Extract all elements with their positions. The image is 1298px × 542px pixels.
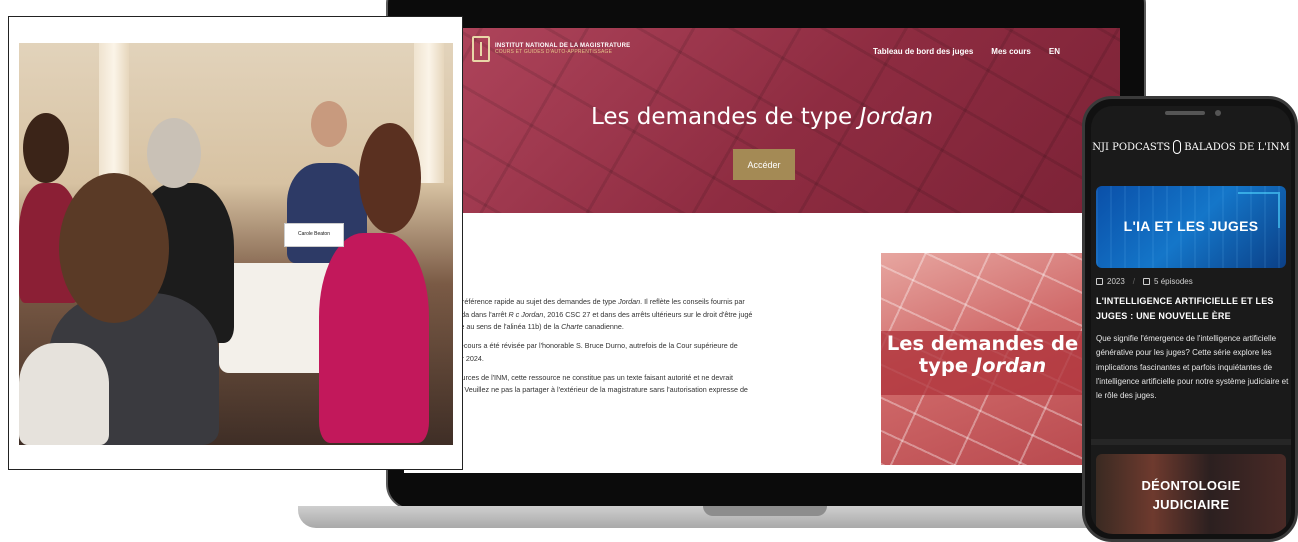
top-nav: Tableau de bord des juges Mes cours EN [873, 47, 1060, 56]
access-button[interactable]: Accéder [733, 149, 795, 180]
podcast-card-title: L'IA ET LES JUGES [1123, 218, 1259, 234]
laptop-screen: INSTITUT NATIONAL DE LA MAGISTRATURE COU… [404, 28, 1120, 473]
microphone-icon [1173, 140, 1182, 154]
description-line: n délai raisonnable au sens de l'alinéa … [404, 322, 624, 332]
podcast-card-ai[interactable]: L'IA ET LES JUGES [1096, 186, 1286, 268]
photo-frame: Carole Beaton [8, 16, 463, 470]
podcast-header: NJI PODCASTS BALADOS DE L'INM [1091, 132, 1291, 162]
course-description: -cours fournit une référence rapide au s… [404, 296, 874, 403]
hero-banner: INSTITUT NATIONAL DE LA MAGISTRATURE COU… [404, 28, 1120, 213]
nav-dashboard-link[interactable]: Tableau de bord des juges [873, 47, 973, 56]
description-line: ur du présent mini-cours a été révisée p… [404, 341, 738, 351]
description-line: -cours fournit une référence rapide au s… [404, 297, 745, 306]
nav-my-courses-link[interactable]: Mes cours [991, 47, 1031, 56]
course-cover-image: Les demandes de type Jordan [881, 253, 1084, 465]
calendar-icon [1096, 278, 1103, 285]
description-line: e citée comme tel. Veuillez ne pas la pa… [404, 385, 748, 395]
nav-language-link[interactable]: EN [1049, 47, 1060, 56]
logo-subtitle: COURS ET GUIDES D'AUTO-APPRENTISSAGE [495, 49, 613, 55]
podcast-episode-count: 5 épisodes [1154, 277, 1193, 286]
page-title: Les demandes de type Jordan [590, 104, 934, 130]
podcast-meta: 2023 / 5 épisodes [1096, 277, 1193, 286]
podcast-series-title[interactable]: L'INTELLIGENCE ARTIFICIELLE ET LES JUGES… [1096, 294, 1291, 324]
section-divider [1091, 439, 1291, 445]
phone-screen: NJI PODCASTS BALADOS DE L'INM L'IA ET LE… [1091, 106, 1291, 534]
phone-speaker [1165, 111, 1205, 115]
header-left-text: NJI PODCASTS [1092, 141, 1171, 153]
name-card: Carole Beaton [284, 223, 344, 247]
podcast-year: 2023 [1107, 277, 1125, 286]
document-icon [1143, 278, 1151, 285]
description-line: suprême du Canada dans l'arrêt R c Jorda… [404, 309, 753, 319]
phone-camera [1215, 110, 1221, 116]
scales-icon [472, 36, 490, 62]
conference-photo: Carole Beaton [19, 43, 453, 445]
course-cover-title: Les demandes de type Jordan [886, 332, 1079, 377]
podcast-card-title: DÉONTOLOGIE JUDICIAIRE [1141, 478, 1241, 512]
laptop-notch [703, 506, 827, 516]
description-line: r des autres ressources de l'INM, cette … [404, 372, 733, 382]
podcast-series-description: Que signifie l'émergence de l'intelligen… [1096, 334, 1289, 401]
inm-logo[interactable]: INSTITUT NATIONAL DE LA MAGISTRATURE COU… [472, 36, 630, 62]
header-right-text: BALADOS DE L'INM [1184, 141, 1290, 153]
podcast-card-ethics[interactable]: DÉONTOLOGIE JUDICIAIRE [1096, 454, 1286, 534]
description-line: Ontario), en février 2024. [404, 353, 484, 363]
